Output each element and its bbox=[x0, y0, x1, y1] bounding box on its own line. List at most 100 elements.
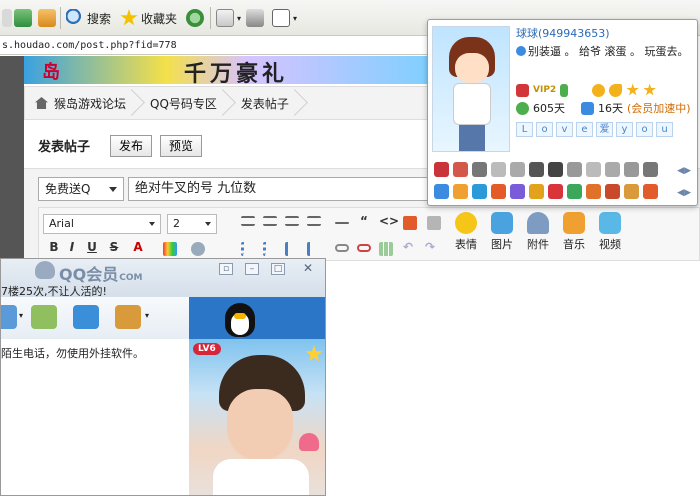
badge-icon[interactable] bbox=[624, 184, 639, 199]
skin-button[interactable]: ▫ bbox=[219, 263, 233, 275]
unordered-list-icon[interactable] bbox=[263, 242, 277, 256]
back-button[interactable] bbox=[2, 7, 12, 29]
sun-icon bbox=[592, 83, 606, 97]
font-color-icon[interactable]: A bbox=[131, 240, 145, 254]
clear-format-icon[interactable] bbox=[427, 216, 441, 230]
apps-icon[interactable] bbox=[115, 305, 141, 329]
badge-icon[interactable] bbox=[643, 184, 658, 199]
mail-icon bbox=[216, 9, 234, 27]
badge-icon[interactable] bbox=[605, 162, 620, 177]
badge-icon[interactable] bbox=[643, 162, 658, 177]
publish-button[interactable]: 发布 bbox=[110, 135, 153, 157]
justify-icon[interactable] bbox=[307, 216, 321, 226]
outdent-icon[interactable] bbox=[285, 242, 299, 256]
video-call-icon[interactable] bbox=[1, 305, 17, 329]
badge-icon[interactable] bbox=[491, 184, 506, 199]
refresh-button[interactable] bbox=[14, 7, 32, 29]
emoticon-tool[interactable]: 表情 bbox=[449, 212, 483, 252]
mail-button[interactable]: ▾ bbox=[216, 7, 241, 29]
search-icon bbox=[66, 9, 84, 27]
breadcrumb-item-section[interactable]: QQ号码专区 bbox=[140, 86, 231, 120]
link-icon[interactable] bbox=[335, 244, 349, 252]
page-left-edge bbox=[0, 56, 24, 266]
profile-name[interactable]: 球球(949943653) bbox=[516, 25, 610, 41]
badge-icon[interactable] bbox=[605, 184, 620, 199]
font-family-select[interactable]: Arial bbox=[43, 214, 161, 234]
star-icon bbox=[626, 83, 639, 96]
badge-icon[interactable] bbox=[567, 184, 582, 199]
video-tool[interactable]: 视频 bbox=[593, 212, 627, 252]
forum-banner[interactable]: 岛 千万豪礼 bbox=[24, 56, 430, 84]
history-button[interactable] bbox=[186, 7, 204, 29]
badge-icon[interactable] bbox=[453, 162, 468, 177]
badge-icon[interactable] bbox=[472, 162, 487, 177]
badge-icon[interactable] bbox=[510, 184, 525, 199]
bold-icon[interactable]: B bbox=[47, 240, 61, 254]
attachment-tool[interactable]: 附件 bbox=[521, 212, 555, 252]
italic-icon[interactable]: I bbox=[65, 240, 79, 254]
editor-toolbar: Arial 2 B I U S A “ <> ↶ ↷ 表情 图片 附件 音乐 视… bbox=[38, 207, 700, 261]
image-tool[interactable]: 图片 bbox=[485, 212, 519, 252]
chevron-down-icon: ▾ bbox=[237, 13, 242, 23]
preview-button[interactable]: 预览 bbox=[160, 135, 203, 157]
html-icon[interactable] bbox=[403, 216, 417, 230]
favorites-button[interactable]: 收藏夹 bbox=[120, 7, 177, 29]
refresh-icon bbox=[14, 9, 32, 27]
badge-icon[interactable] bbox=[434, 184, 449, 199]
qq-member-logo: QQ会员COM bbox=[59, 265, 143, 284]
badge-icon[interactable] bbox=[548, 162, 563, 177]
align-center-icon[interactable] bbox=[263, 216, 277, 226]
badge-icon[interactable] bbox=[548, 184, 563, 199]
avatar[interactable] bbox=[432, 26, 510, 152]
page-title: 发表帖子 bbox=[38, 140, 91, 155]
close-button[interactable]: ✕ bbox=[301, 262, 315, 275]
badge-icon[interactable] bbox=[472, 184, 487, 199]
badge-icon[interactable] bbox=[567, 162, 582, 177]
maximize-button[interactable]: □ bbox=[271, 263, 285, 275]
background-color-icon[interactable] bbox=[163, 242, 177, 256]
remote-assist-icon[interactable] bbox=[73, 305, 99, 329]
qq-penguin-icon bbox=[35, 261, 55, 279]
home-button[interactable] bbox=[38, 7, 56, 29]
badge-icon[interactable] bbox=[529, 184, 544, 199]
code-icon[interactable]: <> bbox=[379, 214, 399, 228]
scroll-arrows[interactable]: ◀▶ bbox=[677, 188, 691, 198]
chat-bubble-icon[interactable] bbox=[31, 305, 57, 329]
edit-button[interactable]: ▾ bbox=[272, 7, 297, 29]
quote-icon[interactable]: “ bbox=[357, 214, 371, 228]
undo-icon[interactable]: ↶ bbox=[401, 240, 415, 254]
badge-icon[interactable] bbox=[586, 184, 601, 199]
badge-icon[interactable] bbox=[586, 162, 601, 177]
font-size-select[interactable]: 2 bbox=[167, 214, 217, 234]
post-header: 发表帖子 发布 预览 bbox=[24, 124, 430, 168]
days-remaining: 16天 bbox=[598, 102, 623, 115]
minimize-button[interactable]: – bbox=[245, 263, 259, 275]
unlink-icon[interactable] bbox=[357, 244, 371, 252]
horizontal-rule-icon[interactable] bbox=[335, 222, 349, 224]
search-button[interactable]: 搜索 bbox=[66, 7, 111, 29]
align-right-icon[interactable] bbox=[285, 216, 299, 226]
ordered-list-icon[interactable] bbox=[241, 242, 255, 256]
badge-icon[interactable] bbox=[529, 162, 544, 177]
underline-icon[interactable]: U bbox=[85, 240, 99, 254]
image-icon bbox=[491, 212, 513, 234]
indent-icon[interactable] bbox=[307, 242, 321, 256]
badge-icon[interactable] bbox=[453, 184, 468, 199]
print-button[interactable] bbox=[246, 7, 264, 29]
category-select[interactable]: 免费送Q bbox=[38, 177, 124, 201]
contact-photo[interactable]: LV6 bbox=[189, 339, 325, 495]
badge-icon[interactable] bbox=[491, 162, 506, 177]
badge-icon[interactable] bbox=[624, 162, 639, 177]
breadcrumb-item-forum[interactable]: 猴岛游戏论坛 bbox=[25, 86, 140, 120]
badge-icon[interactable] bbox=[510, 162, 525, 177]
redo-icon[interactable]: ↷ bbox=[423, 240, 437, 254]
align-left-icon[interactable] bbox=[241, 216, 255, 226]
eraser-icon[interactable] bbox=[191, 242, 205, 256]
badge-icon[interactable] bbox=[434, 162, 449, 177]
subject-input[interactable]: 绝对牛叉的号 九位数 bbox=[128, 177, 454, 201]
scroll-arrows[interactable]: ◀▶ bbox=[677, 166, 691, 176]
address-bar[interactable]: s.houdao.com/post.php?fid=778 bbox=[0, 37, 430, 55]
music-tool[interactable]: 音乐 bbox=[557, 212, 591, 252]
strikethrough-icon[interactable]: S bbox=[107, 240, 121, 254]
table-icon[interactable] bbox=[379, 242, 393, 256]
